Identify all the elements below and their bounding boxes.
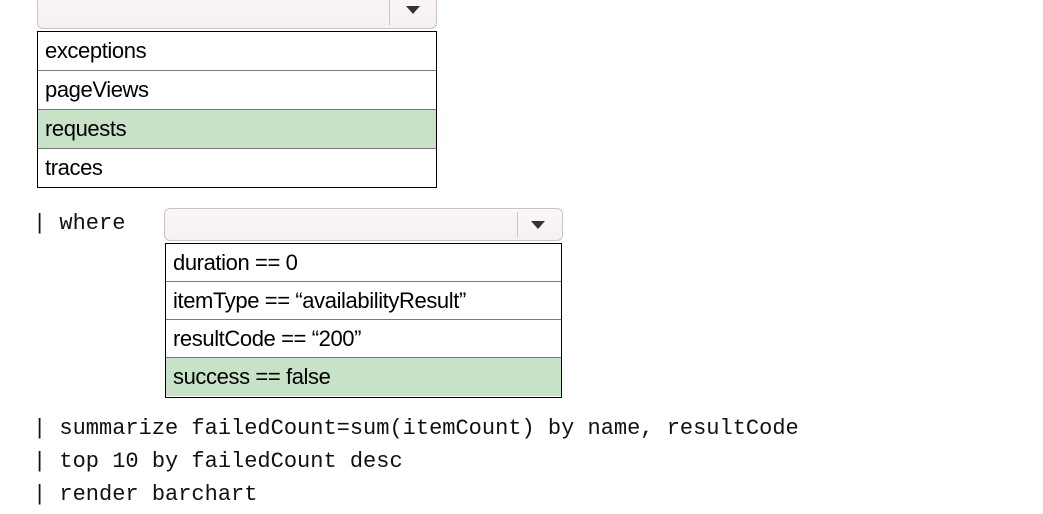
where-select[interactable] <box>164 208 563 241</box>
select-divider <box>517 212 518 237</box>
code-line-render: | render barchart <box>33 482 258 507</box>
code-line-summarize: | summarize failedCount=sum(itemCount) b… <box>33 416 799 441</box>
option-requests[interactable]: requests <box>38 110 436 149</box>
code-line-top: | top 10 by failedCount desc <box>33 449 403 474</box>
where-prefix: | where <box>33 211 139 236</box>
select-divider <box>389 0 390 25</box>
option-traces[interactable]: traces <box>38 149 436 188</box>
table-options-list: exceptions pageViews requests traces <box>37 31 437 188</box>
option-exceptions[interactable]: exceptions <box>38 32 436 71</box>
where-options-list: duration == 0 itemType == “availabilityR… <box>165 243 562 398</box>
option-resultcode[interactable]: resultCode == “200” <box>166 320 561 358</box>
chevron-down-icon[interactable] <box>531 221 545 229</box>
option-itemtype[interactable]: itemType == “availabilityResult” <box>166 282 561 320</box>
chevron-down-icon[interactable] <box>406 6 420 14</box>
option-duration[interactable]: duration == 0 <box>166 244 561 282</box>
option-success[interactable]: success == false <box>166 358 561 396</box>
option-pageviews[interactable]: pageViews <box>38 71 436 110</box>
table-select[interactable] <box>37 0 437 29</box>
